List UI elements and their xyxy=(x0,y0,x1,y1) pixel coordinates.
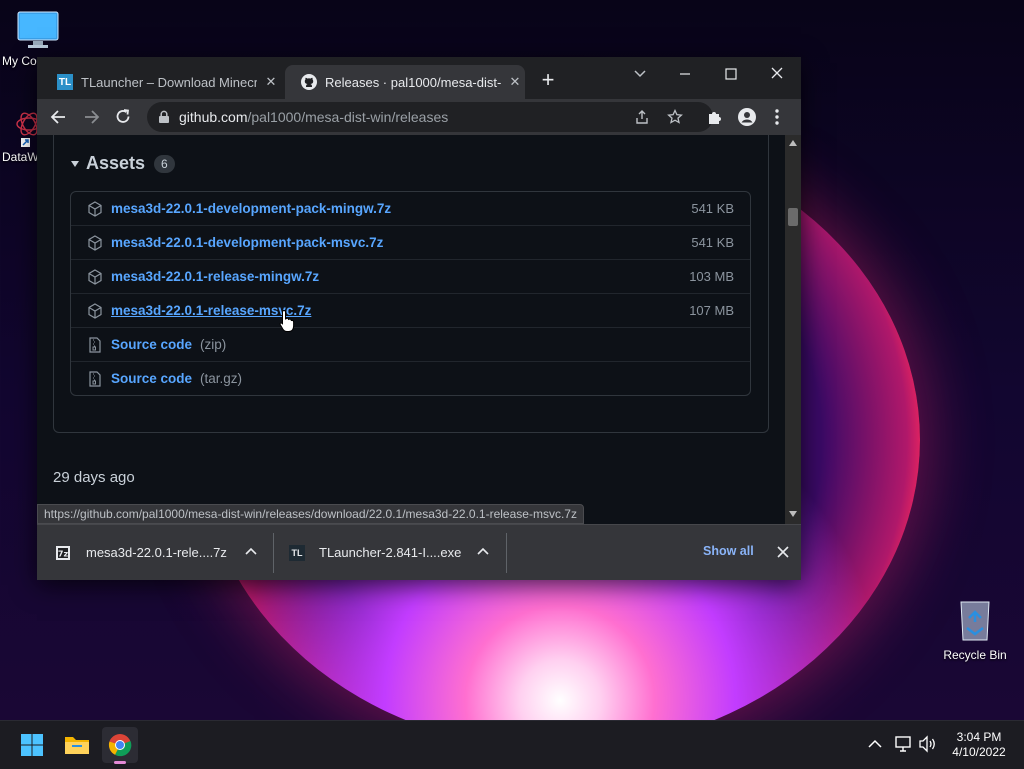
tab-tlauncher[interactable]: TL TLauncher – Download Minecraft ✕ xyxy=(41,65,285,99)
link-status-bubble: https://github.com/pal1000/mesa-dist-win… xyxy=(37,504,584,524)
source-code-format: (tar.gz) xyxy=(200,371,243,386)
new-tab-button[interactable]: + xyxy=(537,69,559,91)
back-arrow-icon xyxy=(50,110,65,124)
download-filename: mesa3d-22.0.1-rele....7z xyxy=(86,545,227,560)
monitor-icon xyxy=(17,11,59,48)
page-scrollbar[interactable] xyxy=(785,135,801,524)
folder-icon xyxy=(65,737,89,754)
tab-title: Releases · pal1000/mesa-dist-win xyxy=(325,74,501,90)
package-icon xyxy=(88,234,102,251)
forward-arrow-icon xyxy=(85,110,100,124)
clock-date: 4/10/2022 xyxy=(952,745,1006,759)
scrollbar-thumb[interactable] xyxy=(788,208,798,226)
tab-github-releases[interactable]: Releases · pal1000/mesa-dist-win ✕ xyxy=(285,65,525,99)
taskbar-file-explorer[interactable] xyxy=(59,727,95,763)
back-button[interactable] xyxy=(49,107,69,127)
asset-row: mesa3d-22.0.1-development-pack-msvc.7z 5… xyxy=(71,225,750,259)
package-icon xyxy=(88,200,102,217)
minimize-button[interactable] xyxy=(673,63,697,85)
download-shelf: 7z mesa3d-22.0.1-rele....7z TL TLauncher… xyxy=(37,524,801,580)
tlauncher-favicon: TL xyxy=(57,74,73,90)
asset-size: 541 KB xyxy=(691,201,734,216)
windows-logo-icon xyxy=(21,734,43,756)
caret-down-icon xyxy=(71,160,79,167)
asset-row: mesa3d-22.0.1-development-pack-mingw.7z … xyxy=(71,192,750,225)
asset-size: 103 MB xyxy=(689,269,734,284)
source-code-link[interactable]: Source code xyxy=(111,337,192,352)
desktop-icon-recycle-bin[interactable]: Recycle Bin xyxy=(940,598,1010,662)
download-item-mesa[interactable]: 7z mesa3d-22.0.1-rele....7z xyxy=(55,525,269,580)
address-text: github.com/pal1000/mesa-dist-win/release… xyxy=(179,109,449,125)
taskbar: 3:04 PM 4/10/2022 xyxy=(0,720,1024,769)
assets-count-badge: 6 xyxy=(154,154,175,173)
tab-title: TLauncher – Download Minecraft xyxy=(81,74,257,90)
close-tab-icon[interactable]: ✕ xyxy=(263,74,279,90)
active-app-indicator xyxy=(114,761,126,764)
close-shelf-icon[interactable] xyxy=(777,546,789,558)
7z-file-icon: 7z xyxy=(56,545,70,560)
asset-link[interactable]: mesa3d-22.0.1-development-pack-msvc.7z xyxy=(111,235,383,250)
page-content: Assets 6 mesa3d-22.0.1-development-pack-… xyxy=(37,135,785,524)
system-clock[interactable]: 3:04 PM 4/10/2022 xyxy=(944,730,1014,760)
network-icon[interactable] xyxy=(894,735,914,753)
lock-icon[interactable] xyxy=(158,110,170,124)
hand-cursor-icon xyxy=(279,309,295,332)
clock-time: 3:04 PM xyxy=(956,730,1002,744)
download-separator xyxy=(273,533,274,573)
assets-toggle[interactable]: Assets 6 xyxy=(70,153,175,174)
share-icon[interactable] xyxy=(634,109,650,125)
recycle-bin-icon xyxy=(960,601,990,641)
kebab-menu-icon[interactable] xyxy=(773,108,781,126)
show-hidden-icons-chevron-icon[interactable] xyxy=(868,739,882,749)
package-icon xyxy=(88,302,102,319)
download-filename: TLauncher-2.841-I....exe xyxy=(319,545,462,560)
chevron-up-icon[interactable] xyxy=(477,547,489,555)
release-time-ago: 29 days ago xyxy=(53,469,135,486)
close-tab-icon[interactable]: ✕ xyxy=(507,74,523,90)
forward-button[interactable] xyxy=(81,107,101,127)
browser-toolbar: github.com/pal1000/mesa-dist-win/release… xyxy=(37,99,801,135)
chrome-icon xyxy=(108,734,132,757)
tab-search-chevron-icon[interactable] xyxy=(629,63,651,85)
reload-button[interactable] xyxy=(113,107,133,127)
package-icon xyxy=(88,268,102,285)
maximize-button[interactable] xyxy=(719,63,743,85)
speaker-volume-icon[interactable] xyxy=(918,735,938,753)
show-all-downloads-link[interactable]: Show all xyxy=(703,544,754,558)
taskbar-chrome[interactable] xyxy=(102,727,138,764)
file-zip-icon xyxy=(89,370,101,387)
asset-row: Source code (tar.gz) xyxy=(71,361,750,395)
start-button[interactable] xyxy=(14,727,50,763)
address-bar[interactable]: github.com/pal1000/mesa-dist-win/release… xyxy=(147,102,713,132)
github-icon xyxy=(301,74,317,90)
scroll-up-arrow-icon[interactable] xyxy=(789,140,797,146)
asset-row: Source code (zip) xyxy=(71,327,750,361)
tab-strip: TL TLauncher – Download Minecraft ✕ Rele… xyxy=(37,57,801,99)
browser-window: TL TLauncher – Download Minecraft ✕ Rele… xyxy=(37,57,801,580)
assets-list: mesa3d-22.0.1-development-pack-mingw.7z … xyxy=(70,191,751,396)
asset-row: mesa3d-22.0.1-release-msvc.7z 107 MB xyxy=(71,293,750,327)
download-item-tlauncher[interactable]: TL TLauncher-2.841-I....exe xyxy=(289,525,503,580)
asset-row: mesa3d-22.0.1-release-mingw.7z 103 MB xyxy=(71,259,750,293)
scroll-down-arrow-icon[interactable] xyxy=(789,511,797,517)
close-window-button[interactable] xyxy=(765,63,789,85)
chevron-up-icon[interactable] xyxy=(245,547,257,555)
reload-icon xyxy=(116,109,130,123)
download-separator xyxy=(506,533,507,573)
asset-link[interactable]: mesa3d-22.0.1-development-pack-mingw.7z xyxy=(111,201,391,216)
svg-text:7z: 7z xyxy=(58,549,69,558)
asset-size: 541 KB xyxy=(691,235,734,250)
asset-link[interactable]: mesa3d-22.0.1-release-mingw.7z xyxy=(111,269,319,284)
asset-size: 107 MB xyxy=(689,303,734,318)
file-zip-icon xyxy=(89,336,101,353)
tlauncher-file-icon: TL xyxy=(289,544,305,561)
assets-heading: Assets xyxy=(86,153,146,173)
source-code-link[interactable]: Source code xyxy=(111,371,192,386)
extensions-puzzle-icon[interactable] xyxy=(706,108,724,126)
profile-avatar-icon[interactable] xyxy=(737,107,757,127)
source-code-format: (zip) xyxy=(200,337,227,352)
desktop-icon-label: Recycle Bin xyxy=(943,648,1007,662)
bookmark-star-icon[interactable] xyxy=(667,109,683,125)
